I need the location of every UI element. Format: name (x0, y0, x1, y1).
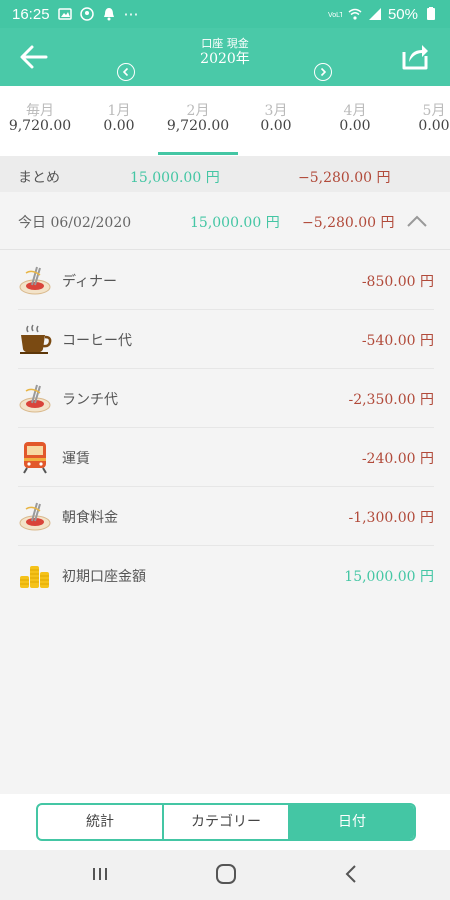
arrow-left-icon (20, 45, 48, 69)
year-label: 2020年 (200, 51, 250, 67)
segment-category[interactable]: カテゴリー (164, 805, 290, 839)
transaction-list: ディナー -850.00 円 コーヒー代 -540.00 円 ランチ代 -2,3… (0, 251, 450, 605)
tab-label: 2月 (186, 103, 210, 119)
status-bar: 16:25 ⋯ VoLTE 50% (0, 0, 450, 28)
transaction-amount: -1,300.00 円 (348, 510, 434, 526)
battery-percent: 50% (387, 5, 418, 23)
more-notifications: ⋯ (123, 6, 139, 23)
tab-value: 9,720.00 (8, 118, 72, 134)
coffee-icon (20, 324, 52, 354)
tab-value: 0.00 (339, 118, 371, 134)
tab-february[interactable]: 2月 9,720.00 (158, 104, 238, 134)
tab-label: 4月 (343, 103, 367, 119)
tab-value: 0.00 (418, 118, 450, 134)
home-icon[interactable] (215, 864, 237, 884)
summary-label: まとめ (18, 170, 60, 186)
tab-label: 毎月 (26, 103, 54, 119)
transaction-row[interactable]: 運賃 -240.00 円 (18, 428, 434, 487)
tab-label: 1月 (107, 103, 131, 119)
segment-statistics[interactable]: 統計 (38, 805, 164, 839)
tab-may[interactable]: 5月 0.00 (394, 104, 450, 134)
transaction-row[interactable]: 朝食料金 -1,300.00 円 (18, 487, 434, 546)
header-title: 口座 現金 2020年 (125, 37, 325, 68)
chevron-up-icon[interactable] (406, 214, 428, 228)
summary-expense: −5,280.00 円 (298, 170, 391, 186)
day-income: 15,000.00 円 (190, 215, 280, 231)
signal-icon (368, 8, 381, 20)
chevron-left-icon (122, 67, 129, 77)
day-group-header[interactable]: 今日 06/02/2020 15,000.00 円 −5,280.00 円 (0, 192, 450, 250)
transaction-row[interactable]: コーヒー代 -540.00 円 (18, 310, 434, 369)
account-name: 口座 現金 (201, 37, 249, 50)
transaction-name: 初期口座金額 (62, 569, 146, 585)
bell-icon (103, 8, 114, 21)
transaction-row[interactable]: 初期口座金額 15,000.00 円 (18, 546, 434, 605)
tab-value: 0.00 (103, 118, 135, 134)
month-tabs: 毎月 9,720.00 1月 0.00 2月 9,720.00 3月 0.00 … (0, 86, 450, 156)
recents-icon[interactable] (90, 864, 110, 884)
transaction-amount: -240.00 円 (361, 451, 434, 467)
summary-income: 15,000.00 円 (130, 170, 220, 186)
pasta-icon (19, 266, 51, 295)
back-nav-icon[interactable] (344, 864, 358, 884)
wifi-icon (348, 8, 362, 20)
prev-year-button[interactable] (117, 63, 135, 81)
app-header: 口座 現金 2020年 (0, 28, 450, 86)
summary-row: まとめ 15,000.00 円 −5,280.00 円 (0, 156, 450, 192)
tab-march[interactable]: 3月 0.00 (236, 104, 316, 134)
day-date-label: 今日 06/02/2020 (18, 215, 132, 231)
back-button[interactable] (18, 42, 50, 72)
photo-icon (57, 8, 72, 20)
account-icon (79, 7, 94, 21)
tab-monthly[interactable]: 毎月 9,720.00 (0, 104, 80, 134)
status-time: 16:25 (12, 5, 50, 23)
tab-label: 5月 (422, 103, 446, 119)
transaction-name: 朝食料金 (62, 510, 118, 526)
tab-april[interactable]: 4月 0.00 (315, 104, 395, 134)
transaction-name: ディナー (62, 274, 118, 290)
next-year-button[interactable] (314, 63, 332, 81)
train-icon (23, 442, 47, 474)
tab-value: 0.00 (260, 118, 292, 134)
coins-icon (20, 566, 49, 588)
view-switcher-bar: 統計 カテゴリー 日付 (0, 794, 450, 850)
tab-january[interactable]: 1月 0.00 (79, 104, 159, 134)
view-segmented-control: 統計 カテゴリー 日付 (36, 803, 416, 841)
transaction-name: ランチ代 (62, 392, 118, 408)
share-icon (402, 45, 428, 70)
transaction-name: コーヒー代 (62, 333, 132, 349)
segment-date[interactable]: 日付 (290, 805, 414, 839)
pasta-icon (19, 384, 51, 413)
battery-icon (427, 7, 435, 20)
tab-label: 3月 (264, 103, 288, 119)
transaction-amount: -2,350.00 円 (348, 392, 434, 408)
pasta-icon (19, 502, 51, 531)
share-button[interactable] (400, 40, 430, 72)
transaction-name: 運賃 (62, 451, 90, 467)
selected-tab-indicator (158, 152, 238, 155)
day-expense: −5,280.00 円 (302, 215, 395, 231)
transaction-row[interactable]: ディナー -850.00 円 (18, 251, 434, 310)
system-nav-bar (0, 850, 450, 900)
transaction-amount: 15,000.00 円 (344, 569, 434, 585)
transaction-row[interactable]: ランチ代 -2,350.00 円 (18, 369, 434, 428)
chevron-right-icon (320, 67, 327, 77)
svg-text:VoLTE: VoLTE (328, 12, 342, 19)
transaction-amount: -850.00 円 (361, 274, 434, 290)
transaction-amount: -540.00 円 (361, 333, 434, 349)
volte-icon: VoLTE (328, 12, 342, 19)
tab-value: 9,720.00 (166, 118, 230, 134)
